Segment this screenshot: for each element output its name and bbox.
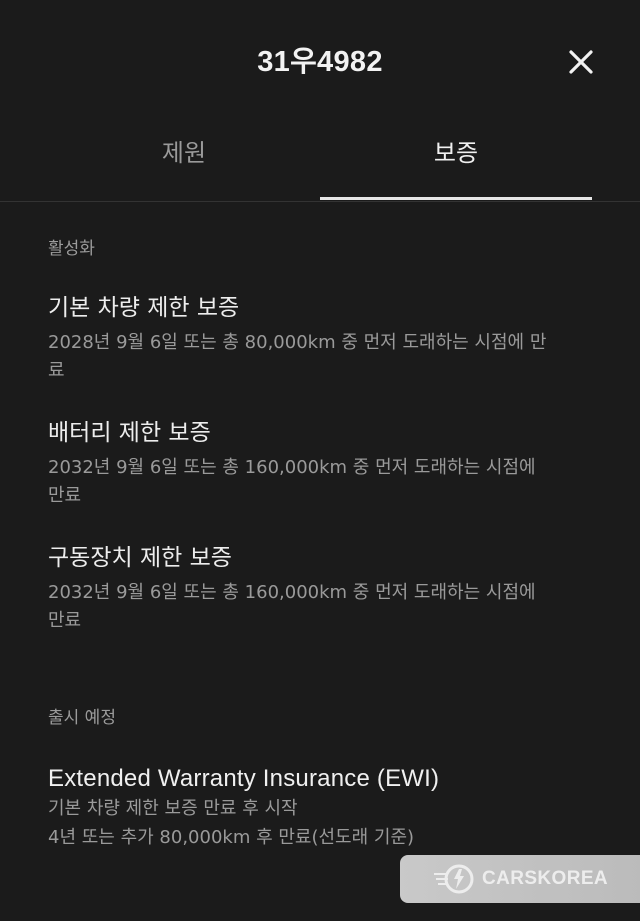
close-icon — [569, 50, 593, 74]
warranty-item-desc-line: 2032년 9월 6일 또는 총 160,000km 중 먼저 도래하는 시점에 — [48, 457, 536, 478]
page-title: 31우4982 — [257, 46, 383, 78]
warranty-item-battery: 배터리 제한 보증 2032년 9월 6일 또는 총 160,000km 중 먼… — [48, 418, 596, 510]
active-tab-indicator — [320, 197, 592, 200]
carskorea-watermark: CARSKOREA — [400, 855, 640, 903]
warranty-item-desc-line: 료 — [48, 360, 65, 381]
warranty-item-description: 2032년 9월 6일 또는 총 160,000km 중 먼저 도래하는 시점에… — [48, 579, 596, 635]
warranty-item-desc-line: 2028년 9월 6일 또는 총 80,000km 중 먼저 도래하는 시점에 … — [48, 332, 547, 353]
tab-warranty[interactable]: 보증 — [320, 120, 592, 200]
warranty-item-desc-line: 2032년 9월 6일 또는 총 160,000km 중 먼저 도래하는 시점에 — [48, 582, 536, 603]
section-label-upcoming: 출시 예정 — [48, 708, 116, 728]
watermark-text: CARSKOREA — [482, 868, 609, 889]
ewi-description-line: 4년 또는 추가 80,000km 후 만료(선도래 기준) — [48, 827, 415, 848]
warranty-item-title: 기본 차량 제한 보증 — [48, 295, 240, 321]
close-button[interactable] — [563, 44, 599, 80]
carskorea-logo-icon — [434, 864, 474, 894]
ewi-description-line: 기본 차량 제한 보증 만료 후 시작 — [48, 798, 298, 819]
tab-specifications[interactable]: 제원 — [48, 120, 320, 200]
warranty-item-description: 2028년 9월 6일 또는 총 80,000km 중 먼저 도래하는 시점에 … — [48, 329, 596, 385]
warranty-item-ewi: Extended Warranty Insurance (EWI) 기본 차량 … — [48, 764, 596, 852]
warranty-item-title: 배터리 제한 보증 — [48, 420, 211, 446]
warranty-item-drivetrain: 구동장치 제한 보증 2032년 9월 6일 또는 총 160,000km 중 … — [48, 543, 596, 635]
warranty-item-desc-line: 만료 — [48, 610, 82, 631]
warranty-item-title: 구동장치 제한 보증 — [48, 545, 232, 571]
warranty-item-desc-line: 만료 — [48, 485, 82, 506]
warranty-screen: 31우4982 제원 보증 활성화 기본 차량 제한 보증 2028년 9월 6… — [0, 0, 640, 921]
warranty-item-basic: 기본 차량 제한 보증 2028년 9월 6일 또는 총 80,000km 중 … — [48, 293, 596, 385]
warranty-item-description: 2032년 9월 6일 또는 총 160,000km 중 먼저 도래하는 시점에… — [48, 454, 596, 510]
section-label-active: 활성화 — [48, 239, 95, 259]
ewi-title: Extended Warranty Insurance (EWI) — [48, 765, 440, 792]
header: 31우4982 — [0, 0, 640, 120]
tab-bar: 제원 보증 — [0, 120, 640, 202]
